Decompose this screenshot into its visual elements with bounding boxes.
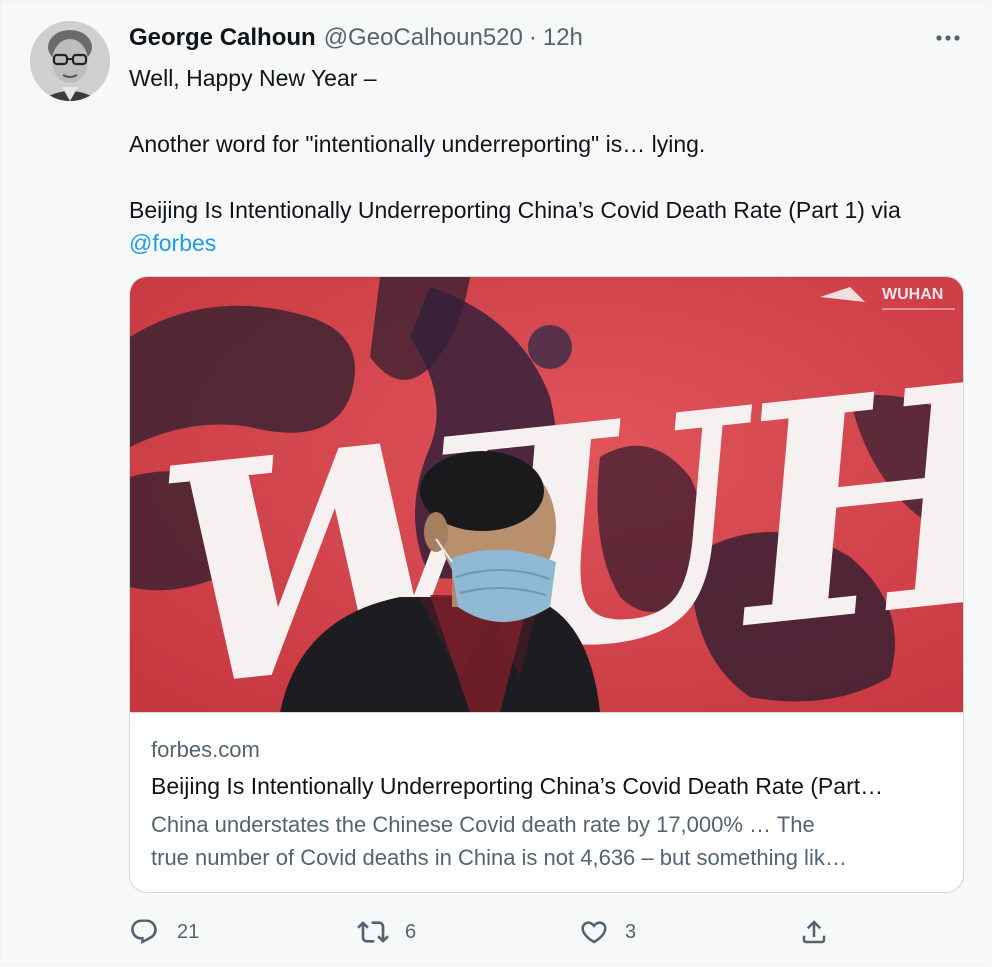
card-image[interactable]: WUHAN WUHAN [130,277,963,713]
poster-corner-text: WUHAN [882,286,943,303]
retweet-count: 6 [405,920,417,943]
author-name[interactable]: George Calhoun [129,24,316,52]
card-description-line: China understates the Chinese Covid deat… [151,812,815,837]
avatar-portrait-image [30,21,110,101]
reply-button[interactable]: 21 [129,912,199,952]
retweet-button[interactable]: 6 [357,912,416,952]
tweet-header: George Calhoun @GeoCalhoun520 · 12h [129,24,583,54]
tweet-text-line: Another word for "intentionally underrep… [129,131,706,157]
wuhan-poster-photo: WUHAN WUHAN [130,277,963,712]
tweet-actions: 21 6 3 [129,912,849,952]
heart-icon [581,921,607,944]
card-title: Beijing Is Intentionally Underreporting … [151,773,884,799]
author-handle[interactable]: @GeoCalhoun520 [324,24,523,52]
card-description-line: true number of Covid deaths in China is … [151,845,847,870]
tweet-text-line: Well, Happy New Year – [129,65,377,91]
tweet-text: Well, Happy New Year – Another word for … [129,62,974,260]
retweet-icon [357,921,389,943]
like-button[interactable]: 3 [579,912,636,952]
tweet-text-line: Beijing Is Intentionally Underreporting … [129,197,901,223]
share-button[interactable] [799,912,829,952]
like-count: 3 [625,920,637,943]
link-preview-card[interactable]: WUHAN WUHAN forbes.com Beijing Is Intent… [129,276,964,893]
more-horizontal-icon [936,35,960,41]
tweet: George Calhoun @GeoCalhoun520 · 12h Well… [0,0,992,967]
share-icon [802,920,826,944]
tweet-timestamp[interactable]: 12h [543,24,583,52]
header-separator: · [528,24,537,51]
reply-icon [131,919,157,945]
card-domain: forbes.com [151,737,260,762]
more-options-button[interactable] [930,26,966,50]
reply-count: 21 [177,920,200,943]
avatar[interactable] [30,21,110,101]
card-description: China understates the Chinese Covid deat… [151,808,946,874]
mention-link[interactable]: @forbes [129,230,216,256]
